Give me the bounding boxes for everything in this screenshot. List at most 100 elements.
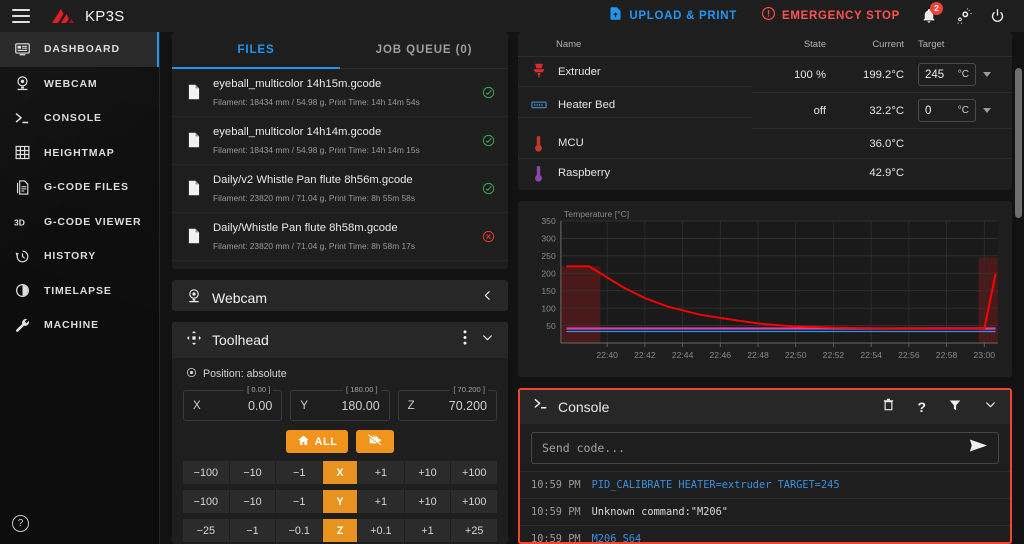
hamburger-icon[interactable] [12, 9, 30, 23]
console-log-time: 10:59 PM [531, 505, 581, 518]
jog-z-plus-0-1[interactable]: +0.1 [358, 519, 404, 543]
motors-off-button[interactable] [356, 430, 395, 454]
upload-and-print-button[interactable]: UPLOAD & PRINT [596, 0, 749, 32]
settings-button[interactable] [946, 0, 980, 32]
home-all-label: ALL [314, 435, 338, 448]
temp-current: 199.2°C [834, 56, 912, 93]
heater-bed-preset-dropdown-icon[interactable] [983, 108, 991, 113]
sidebar-item-gcode-viewer[interactable]: 3D G-CODE VIEWER [0, 205, 160, 240]
chevron-left-icon[interactable] [481, 289, 494, 307]
list-item[interactable]: Whistle Pan flute_PLA_17h27m.gcode Filam… [172, 261, 508, 269]
top-bar: KP3S UPLOAD & PRINT EMERGENCY STOP 2 [0, 0, 1024, 32]
check-circle-icon[interactable] [480, 182, 496, 195]
webcam-card-header[interactable]: Webcam [172, 280, 508, 312]
list-item[interactable]: Daily/v2 Whistle Pan flute 8h56m.gcode F… [172, 165, 508, 213]
svg-text:23:00: 23:00 [974, 350, 996, 360]
position-y-field[interactable]: [ 180.00 ] Y 180.00 [290, 385, 390, 422]
jog-x-minus-100[interactable]: −100 [183, 461, 229, 485]
check-circle-icon[interactable] [480, 134, 496, 147]
table-row[interactable]: Raspberry 42.9°C [518, 159, 1012, 188]
temperature-chart[interactable]: Temperature [°C] 50 100 150 200 250 300 350 22:… [526, 207, 1004, 373]
sidebar-item-gcode-files[interactable]: G-CODE FILES [0, 170, 160, 205]
power-button[interactable] [980, 0, 1014, 32]
check-circle-icon[interactable] [480, 86, 496, 99]
jog-y-minus-100[interactable]: −100 [183, 490, 229, 514]
home-icon [297, 434, 310, 450]
sidebar-item-machine[interactable]: MACHINE [0, 308, 160, 343]
svg-text:100: 100 [541, 303, 556, 313]
jog-z-minus-25[interactable]: −25 [183, 519, 229, 543]
jog-z-minus-0-1[interactable]: −0.1 [276, 519, 323, 543]
list-item[interactable]: Daily/Whistle Pan flute 8h58m.gcode Fila… [172, 213, 508, 261]
dots-vertical-icon[interactable] [463, 330, 467, 350]
jog-axis-label-x[interactable]: X [323, 461, 358, 485]
file-icon [186, 84, 202, 100]
toolhead-action-buttons: ALL [183, 430, 497, 454]
send-icon[interactable] [969, 438, 988, 458]
extruder-icon [530, 63, 547, 80]
list-item[interactable]: eyeball_multicolor 14h15m.gcode Filament… [172, 69, 508, 117]
jog-axis-label-z[interactable]: Z [323, 519, 358, 543]
position-z-legend: [ 70.200 ] [450, 385, 488, 395]
sidebar-item-history[interactable]: HISTORY [0, 239, 160, 274]
page-scrollbar[interactable] [1015, 68, 1022, 218]
sidebar-item-webcam[interactable]: WEBCAM [0, 67, 160, 102]
jog-x-minus-10[interactable]: −10 [229, 461, 276, 485]
heater-bed-target-input[interactable]: 0 °C [918, 99, 976, 122]
file-document-icon [13, 178, 32, 197]
jog-y-minus-1[interactable]: −1 [276, 490, 323, 514]
toolhead-icon [186, 330, 202, 351]
table-row[interactable]: MCU 36.0°C [518, 128, 1012, 159]
heightmap-icon [13, 143, 32, 162]
home-all-button[interactable]: ALL [285, 430, 349, 454]
jog-y-plus-100[interactable]: +100 [451, 490, 498, 514]
jog-y-plus-1[interactable]: +1 [358, 490, 404, 514]
emergency-stop-button[interactable]: EMERGENCY STOP [749, 0, 912, 32]
help-button[interactable]: ? [12, 515, 29, 532]
filter-icon[interactable] [949, 398, 961, 416]
emergency-stop-label: EMERGENCY STOP [781, 10, 900, 22]
svg-text:22:58: 22:58 [936, 350, 958, 360]
temp-current: 42.9°C [869, 167, 904, 180]
app-body: DASHBOARD WEBCAM CONSOLE HEIGHTMAP G-COD… [0, 32, 1024, 544]
jog-z-plus-1[interactable]: +1 [404, 519, 451, 543]
trash-icon[interactable] [883, 398, 894, 416]
jog-x-plus-10[interactable]: +10 [404, 461, 451, 485]
position-line: Position: absolute [183, 367, 497, 381]
temp-name: Raspberry [558, 167, 611, 179]
extruder-target-input[interactable]: 245 °C [918, 63, 976, 86]
jog-x-plus-1[interactable]: +1 [358, 461, 404, 485]
position-x-field[interactable]: [ 0.00 ] X 0.00 [183, 385, 283, 422]
console-log[interactable]: 10:59 PM PID_CALIBRATE HEATER=extruder T… [520, 470, 1010, 542]
jog-x-minus-1[interactable]: −1 [276, 461, 323, 485]
page-title: KP3S [85, 7, 125, 25]
list-item[interactable]: eyeball_multicolor 14h14m.gcode Filament… [172, 117, 508, 165]
notifications-button[interactable]: 2 [912, 0, 946, 32]
sidebar-item-dashboard[interactable]: DASHBOARD [0, 32, 160, 67]
extruder-preset-dropdown-icon[interactable] [983, 72, 991, 77]
thermometer-purple-icon [530, 165, 547, 182]
jog-y-plus-10[interactable]: +10 [404, 490, 451, 514]
console-input[interactable] [542, 440, 961, 455]
jog-z-minus-1[interactable]: −1 [229, 519, 276, 543]
chevron-down-icon[interactable] [481, 331, 494, 349]
help-icon[interactable]: ? [917, 400, 926, 414]
jog-x-plus-100[interactable]: +100 [451, 461, 498, 485]
console-card: Console ? Send code... 10:59 PM PID_CALI… [518, 387, 1012, 544]
tab-files[interactable]: FILES [172, 32, 340, 69]
chevron-down-icon[interactable] [984, 398, 997, 416]
sidebar-item-heightmap[interactable]: HEIGHTMAP [0, 136, 160, 171]
svg-text:22:56: 22:56 [898, 350, 920, 360]
tab-job-queue[interactable]: JOB QUEUE (0) [340, 32, 508, 68]
console-header: Console ? [520, 389, 1010, 424]
sidebar-item-timelapse[interactable]: TIMELAPSE [0, 274, 160, 309]
sidebar-label: G-CODE FILES [44, 181, 129, 194]
table-row[interactable]: Heater Bed off 32.2°C 0 °C [518, 92, 1012, 129]
jog-z-plus-25[interactable]: +25 [451, 519, 498, 543]
table-row[interactable]: Extruder 100 % 199.2°C 245 °C [518, 56, 1012, 93]
sidebar-item-console[interactable]: CONSOLE [0, 101, 160, 136]
position-z-field[interactable]: [ 70.200 ] Z 70.200 [397, 385, 497, 422]
cancel-circle-icon[interactable] [480, 230, 496, 243]
jog-axis-label-y[interactable]: Y [323, 490, 358, 514]
jog-y-minus-10[interactable]: −10 [229, 490, 276, 514]
